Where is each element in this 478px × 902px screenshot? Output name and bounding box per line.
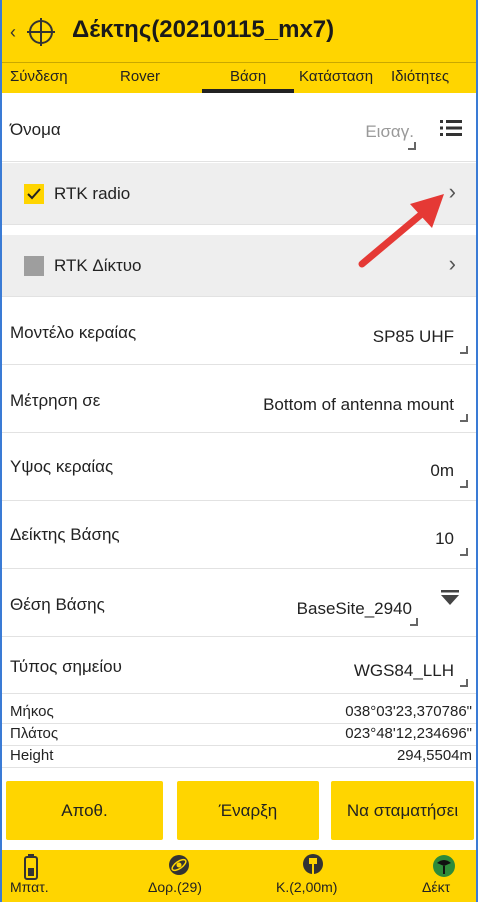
satellites-item[interactable] xyxy=(168,854,190,881)
name-row: Όνομα Εισαγ. xyxy=(2,92,476,162)
height-label: Height xyxy=(10,747,54,764)
latitude-label: Πλάτος xyxy=(10,725,59,742)
filter-dropdown-icon[interactable] xyxy=(440,589,460,609)
base-position-input[interactable]: BaseSite_2940 xyxy=(297,599,412,619)
point-type-label: Τύπος σημείου xyxy=(10,657,122,676)
list-icon[interactable] xyxy=(440,119,462,137)
dropdown-corner-icon xyxy=(460,346,468,354)
tab-connection[interactable]: Σύνδεση xyxy=(10,68,68,85)
save-button[interactable]: Αποθ. xyxy=(6,781,163,840)
pole-label: Κ.(2,00m) xyxy=(276,879,338,895)
antenna-height-input[interactable]: 0m xyxy=(430,461,454,481)
point-type-value[interactable]: WGS84_LLH xyxy=(354,661,454,681)
receiver-icon xyxy=(433,855,455,877)
latitude-row: Πλάτος 023°48'12,234696" xyxy=(2,724,476,746)
name-input[interactable]: Εισαγ. xyxy=(365,122,414,142)
tab-bar: Σύνδεση Rover Βάση Κατάσταση Ιδιότητες xyxy=(2,62,476,93)
rtk-network-label: RTK Δίκτυο xyxy=(54,256,142,275)
rtk-network-checkbox[interactable] xyxy=(24,256,44,276)
status-bar: Μπατ. Δορ.(29) Κ.(2,00m) Δέκτ xyxy=(2,850,476,902)
satellites-label: Δορ.(29) xyxy=(148,879,202,895)
measured-to-value[interactable]: Bottom of antenna mount xyxy=(263,395,454,415)
tab-base[interactable]: Βάση xyxy=(230,68,266,85)
latitude-value: 023°48'12,234696" xyxy=(345,725,472,742)
title-bar: ‹ Δέκτης(20210115_mx7) xyxy=(2,0,476,62)
measured-to-label: Μέτρηση σε xyxy=(10,391,101,410)
longitude-row: Μήκος 038°03'23,370786" xyxy=(2,702,476,724)
start-button[interactable]: Έναρξη xyxy=(177,781,319,840)
antenna-height-row[interactable]: Υψος κεραίας 0m xyxy=(2,433,476,501)
longitude-value: 038°03'23,370786" xyxy=(345,703,472,720)
measured-to-row[interactable]: Μέτρηση σε Bottom of antenna mount xyxy=(2,365,476,433)
dropdown-corner-icon xyxy=(460,679,468,687)
pole-receiver-icon xyxy=(303,854,323,874)
battery-icon xyxy=(24,854,38,880)
dropdown-corner-icon xyxy=(460,414,468,422)
app-frame: ‹ Δέκτης(20210115_mx7) Σύνδεση Rover Βάσ… xyxy=(0,0,478,902)
antenna-model-row[interactable]: Μοντέλο κεραίας SP85 UHF xyxy=(2,297,476,365)
rtk-radio-checkbox[interactable] xyxy=(24,184,44,204)
tab-status[interactable]: Κατάσταση xyxy=(299,68,373,85)
satellite-icon xyxy=(169,855,189,875)
longitude-label: Μήκος xyxy=(10,703,54,720)
point-type-row[interactable]: Τύπος σημείου WGS84_LLH xyxy=(2,637,476,694)
name-label: Όνομα xyxy=(10,120,61,139)
base-index-input[interactable]: 10 xyxy=(435,529,454,549)
back-chevron-icon[interactable]: ‹ xyxy=(10,22,16,43)
height-row: Height 294,5504m xyxy=(2,746,476,768)
receiver-label: Δέκτ xyxy=(422,879,451,895)
base-position-row[interactable]: Θέση Βάσης BaseSite_2940 xyxy=(2,569,476,637)
base-index-label: Δείκτης Βάσης xyxy=(10,525,120,544)
rtk-radio-label: RTK radio xyxy=(54,184,131,203)
battery-label: Μπατ. xyxy=(10,879,49,895)
antenna-model-value[interactable]: SP85 UHF xyxy=(373,327,454,347)
crosshair-target-icon xyxy=(27,18,55,46)
base-position-label: Θέση Βάσης xyxy=(10,595,105,614)
annotation-arrow-icon xyxy=(358,194,444,268)
input-corner-icon xyxy=(460,480,468,488)
base-index-row[interactable]: Δείκτης Βάσης 10 xyxy=(2,501,476,569)
stop-button[interactable]: Να σταματήσει xyxy=(331,781,474,840)
height-value: 294,5504m xyxy=(396,747,472,764)
tab-properties[interactable]: Ιδιότητες xyxy=(391,68,449,85)
page-title: Δέκτης(20210115_mx7) xyxy=(72,16,335,43)
antenna-model-label: Μοντέλο κεραίας xyxy=(10,323,137,342)
tab-rover[interactable]: Rover xyxy=(120,68,160,85)
antenna-height-label: Υψος κεραίας xyxy=(10,457,114,476)
input-corner-icon xyxy=(410,618,418,626)
input-corner-icon xyxy=(460,548,468,556)
input-corner-icon xyxy=(408,142,416,150)
